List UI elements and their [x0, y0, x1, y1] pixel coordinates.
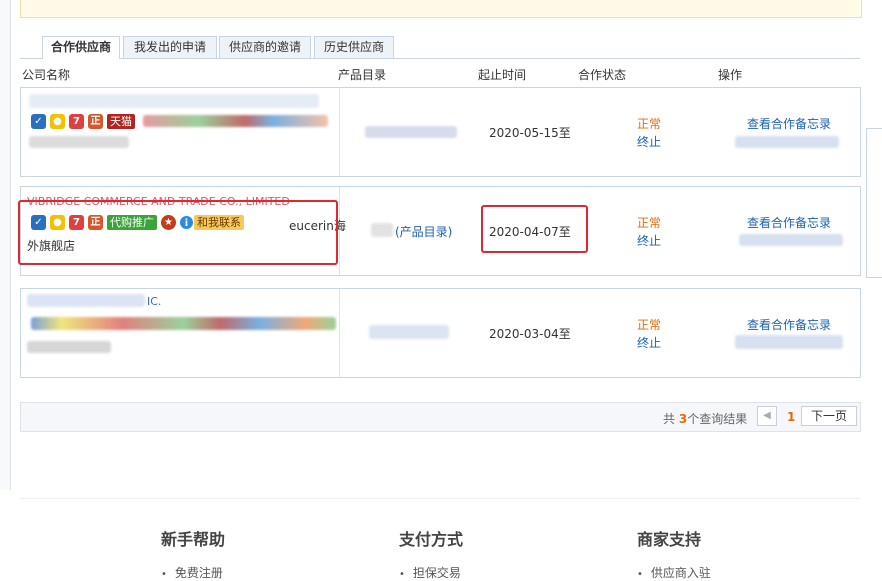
- company-name-suffix[interactable]: IC.: [147, 295, 161, 308]
- table-row: IC. 2020-03-04至 正常 终止 查看合作备忘录: [20, 288, 861, 378]
- view-memo-link[interactable]: 查看合作备忘录: [747, 214, 831, 231]
- start-date: 2020-05-15至: [489, 126, 571, 140]
- footer-title: 商家支持: [637, 530, 702, 549]
- catalog-link[interactable]: (产品目录): [395, 223, 452, 240]
- blurred-badges: [31, 317, 336, 330]
- footer-link[interactable]: 担保交易: [399, 564, 463, 581]
- badge-list: ✓ ● 7 正天猫: [31, 114, 139, 132]
- blurred-action: [735, 335, 843, 349]
- column-divider: [339, 88, 340, 176]
- side-panel-edge: [866, 128, 882, 278]
- highlight-box-date: [481, 205, 588, 253]
- footer-column-help: 新手帮助 免费注册: [161, 526, 225, 581]
- footer-title: 新手帮助: [161, 530, 226, 549]
- status-normal: 正常: [637, 216, 662, 230]
- footer-divider: [20, 498, 860, 499]
- column-header-company: 公司名称: [22, 68, 71, 82]
- column-header-action: 操作: [718, 68, 743, 82]
- terminate-link[interactable]: 终止: [637, 232, 661, 249]
- footer-link[interactable]: 免费注册: [161, 564, 225, 581]
- left-panel-edge: [0, 0, 11, 490]
- current-page: 1: [787, 410, 796, 424]
- view-memo-link[interactable]: 查看合作备忘录: [747, 115, 831, 132]
- tab-history-suppliers[interactable]: 历史供应商: [314, 36, 394, 58]
- footer-column-payment: 支付方式 担保交易: [399, 526, 463, 581]
- footer-link[interactable]: 供应商入驻: [637, 564, 711, 581]
- column-header-period: 起止时间: [478, 68, 527, 82]
- tab-bar: 合作供应商 我发出的申请 供应商的邀请 历史供应商: [20, 36, 860, 59]
- terminate-link[interactable]: 终止: [637, 133, 661, 150]
- tab-my-applications[interactable]: 我发出的申请: [123, 36, 217, 58]
- column-header-catalog: 产品目录: [338, 68, 387, 82]
- blurred-company-name: [27, 294, 145, 307]
- footer-title: 支付方式: [399, 530, 464, 549]
- terminate-link[interactable]: 终止: [637, 334, 661, 351]
- seven-days-icon: 7: [69, 114, 84, 129]
- next-page-button[interactable]: 下一页: [801, 406, 857, 426]
- medal-icon: ●: [50, 114, 65, 129]
- status-normal: 正常: [637, 117, 662, 131]
- blurred-catalog: [365, 126, 457, 138]
- highlight-box-company: [18, 200, 338, 265]
- view-memo-link[interactable]: 查看合作备忘录: [747, 316, 831, 333]
- blurred-company-name: [29, 94, 319, 108]
- tmall-badge: 天猫: [107, 114, 135, 129]
- table-row: ✓ ● 7 正天猫 2020-05-15至 正常 终止 查看合作备忘录: [20, 87, 861, 177]
- blurred-shop-name: [27, 341, 111, 353]
- shield-icon: ✓: [31, 114, 46, 129]
- tab-partner-suppliers[interactable]: 合作供应商: [42, 36, 120, 59]
- column-header-status: 合作状态: [578, 68, 627, 82]
- authentic-icon: 正: [88, 114, 103, 129]
- blurred-action: [735, 136, 839, 148]
- notice-bar: [20, 0, 862, 18]
- pagination: 共 3个查询结果 ◀ 1 下一页: [20, 402, 861, 432]
- status-normal: 正常: [637, 318, 662, 332]
- column-divider: [339, 289, 340, 377]
- start-date: 2020-03-04至: [489, 327, 571, 341]
- blurred-action: [739, 234, 843, 246]
- blurred-catalog: [371, 223, 393, 237]
- tab-supplier-invitations[interactable]: 供应商的邀请: [219, 36, 311, 58]
- blurred-shop-name: [29, 136, 129, 148]
- blurred-catalog: [369, 325, 449, 339]
- footer-column-merchant: 商家支持 供应商入驻: [637, 526, 711, 581]
- previous-page-button[interactable]: ◀: [757, 406, 777, 426]
- blurred-badges: [143, 115, 328, 127]
- result-count: 共 3个查询结果: [663, 412, 748, 426]
